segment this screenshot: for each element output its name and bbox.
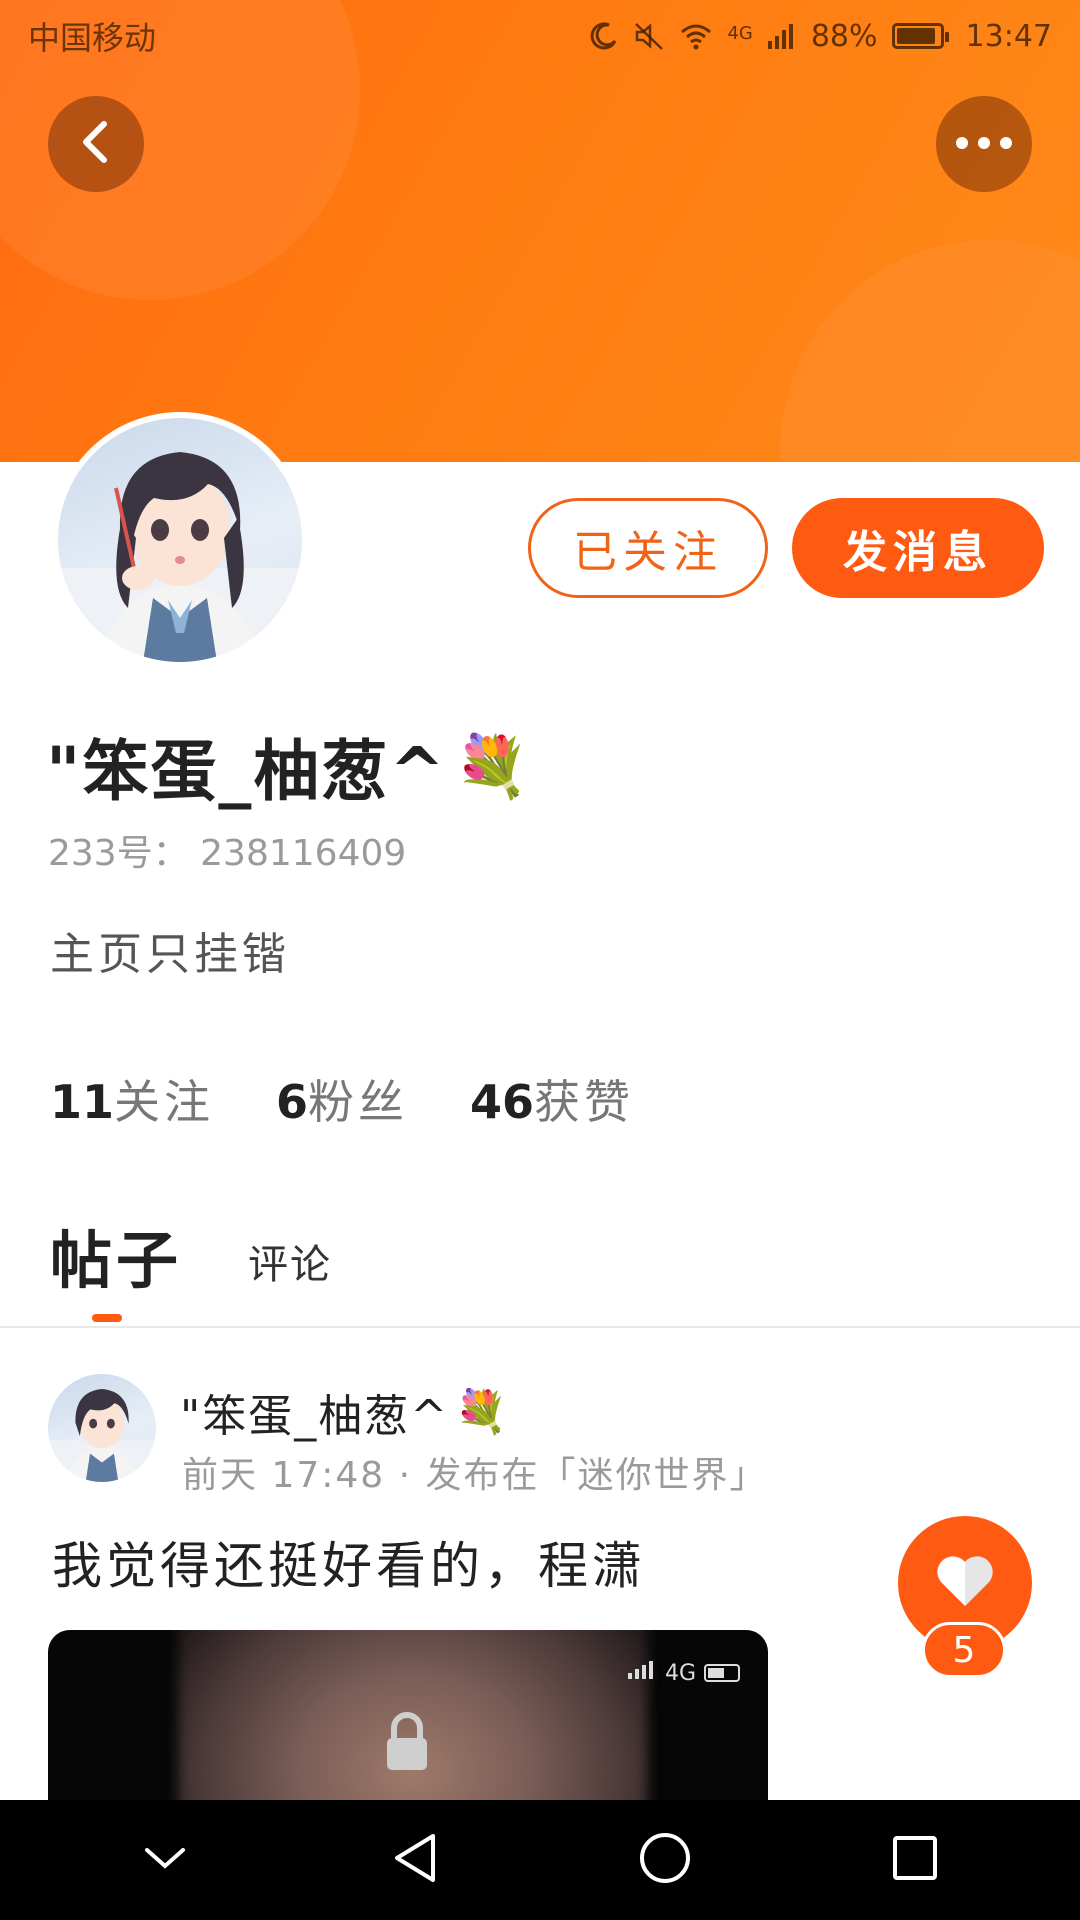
carrier-name: 中国移动 bbox=[28, 19, 157, 57]
image-network-type: 4G bbox=[664, 1660, 696, 1686]
image-status-bar: 4G bbox=[627, 1660, 740, 1686]
following-stat[interactable]: 11 关注 bbox=[50, 1066, 214, 1132]
nav-back-button[interactable] bbox=[365, 1810, 465, 1910]
avatar-image bbox=[58, 418, 302, 662]
mute-icon bbox=[633, 21, 665, 51]
moon-icon bbox=[589, 21, 619, 51]
banner-decoration bbox=[780, 240, 1080, 462]
bouquet-icon: 💐 bbox=[455, 1387, 510, 1436]
heart-icon bbox=[935, 1554, 995, 1612]
nav-collapse-button[interactable] bbox=[115, 1810, 215, 1910]
more-options-button[interactable] bbox=[936, 96, 1032, 192]
network-type: 4G bbox=[727, 22, 753, 44]
bouquet-icon: 💐 bbox=[454, 731, 532, 802]
tab-posts[interactable]: 帖子 bbox=[50, 1210, 183, 1322]
username: "笨蛋_柚葱^ 💐 bbox=[46, 718, 531, 814]
profile-avatar[interactable] bbox=[52, 412, 308, 668]
active-tab-indicator bbox=[92, 1314, 122, 1322]
tab-divider bbox=[0, 1326, 1080, 1328]
like-count-badge: 5 bbox=[922, 1622, 1006, 1678]
username-text: "笨蛋_柚葱^ bbox=[46, 733, 447, 810]
post-text[interactable]: 我觉得还挺好看的，程潇 bbox=[52, 1526, 646, 1598]
status-bar: 中国移动 4G 88% 13:47 bbox=[0, 0, 1080, 72]
chevron-left-icon bbox=[76, 118, 116, 170]
user-bio: 主页只挂锴 bbox=[50, 929, 290, 980]
post-author-text: "笨蛋_柚葱^ bbox=[180, 1391, 450, 1442]
likes-count: 46 bbox=[470, 1075, 535, 1129]
signal-icon bbox=[627, 1660, 657, 1686]
tab-posts-label: 帖子 bbox=[50, 1224, 183, 1297]
content-tabs: 帖子 评论 bbox=[50, 1210, 332, 1322]
back-button[interactable] bbox=[48, 96, 144, 192]
post-author-name[interactable]: "笨蛋_柚葱^ 💐 bbox=[180, 1380, 509, 1444]
nav-home-button[interactable] bbox=[615, 1810, 715, 1910]
recents-square-icon bbox=[891, 1834, 939, 1886]
nav-recents-button[interactable] bbox=[865, 1810, 965, 1910]
send-message-button[interactable]: 发消息 bbox=[792, 498, 1044, 598]
user-id: 233号： 238116409 bbox=[48, 833, 407, 874]
fans-stat[interactable]: 6 粉丝 bbox=[276, 1066, 408, 1132]
likes-label: 获赞 bbox=[534, 1075, 635, 1129]
battery-icon bbox=[891, 23, 949, 49]
following-label: 关注 bbox=[114, 1075, 215, 1129]
back-triangle-icon bbox=[391, 1832, 439, 1888]
wifi-icon bbox=[679, 22, 713, 50]
following-count: 11 bbox=[50, 1075, 115, 1129]
post-author-avatar[interactable] bbox=[48, 1374, 156, 1482]
chevron-down-icon bbox=[143, 1844, 187, 1876]
tab-comments[interactable]: 评论 bbox=[248, 1232, 332, 1300]
signal-icon bbox=[767, 22, 797, 50]
likes-stat: 46 获赞 bbox=[470, 1066, 634, 1132]
system-navigation-bar bbox=[0, 1800, 1080, 1920]
battery-icon bbox=[704, 1664, 740, 1682]
post-meta: 前天 17:48 · 发布在「迷你世界」 bbox=[182, 1455, 768, 1496]
followed-button[interactable]: 已关注 bbox=[528, 498, 768, 598]
more-horizontal-icon bbox=[954, 135, 1014, 154]
fans-label: 粉丝 bbox=[308, 1075, 409, 1129]
profile-stats: 11 关注 6 粉丝 46 获赞 bbox=[50, 1066, 634, 1132]
lock-icon bbox=[384, 1712, 430, 1776]
clock: 13:47 bbox=[965, 18, 1052, 54]
status-icons: 4G 88% 13:47 bbox=[589, 19, 1052, 54]
battery-percent: 88% bbox=[810, 18, 878, 54]
home-circle-icon bbox=[638, 1831, 692, 1889]
fans-count: 6 bbox=[276, 1075, 309, 1129]
